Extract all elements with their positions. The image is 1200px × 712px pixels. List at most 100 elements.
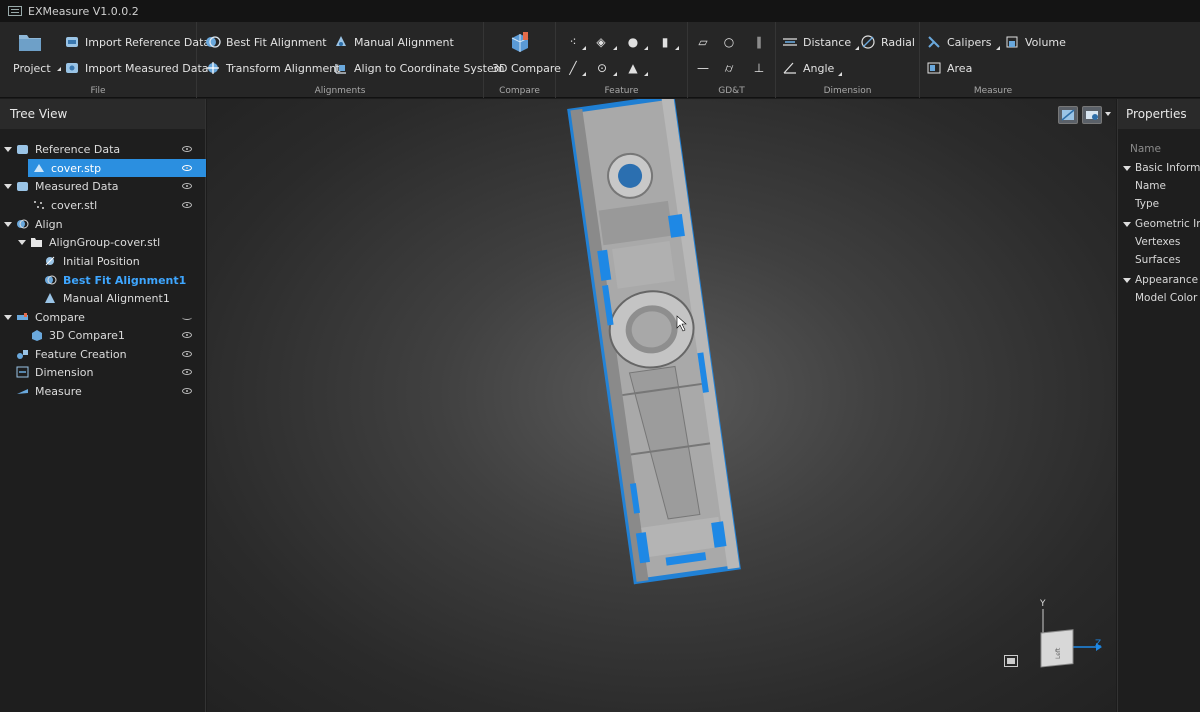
best-fit-label: Best Fit Alignment (226, 35, 327, 49)
dropdown-arrow-icon[interactable] (644, 46, 648, 50)
visibility-eye-icon[interactable] (182, 202, 192, 208)
tree-item-cover-stl[interactable]: cover.stl (0, 196, 206, 214)
volume-icon (1004, 34, 1020, 50)
tree-item-best-fit-alignment1[interactable]: Best Fit Alignment1 (0, 271, 206, 289)
fit-view-icon[interactable] (1004, 655, 1018, 667)
tree-item-measured-data[interactable]: Measured Data (0, 177, 206, 195)
tree-item-label: Compare (35, 310, 85, 324)
align-coordinate-system-button[interactable]: Align to Coordinate System (333, 60, 504, 76)
dropdown-arrow-icon[interactable] (855, 46, 860, 50)
visibility-eye-icon[interactable] (182, 165, 192, 171)
tree-item-label: cover.stp (51, 161, 102, 175)
calipers-button[interactable]: Calipers (926, 34, 1000, 50)
transform-alignment-button[interactable]: Transform Alignment (205, 60, 341, 76)
visibility-eye-icon[interactable] (182, 183, 192, 189)
radial-button[interactable]: Radial (860, 34, 915, 50)
visibility-eye-icon[interactable] (182, 369, 192, 375)
feature-creation-icon (16, 348, 29, 360)
visibility-eye-icon[interactable] (182, 351, 192, 357)
tree-item-label: Manual Alignment1 (63, 291, 170, 305)
expand-arrow-icon[interactable] (4, 183, 12, 189)
dimension-group-label: Dimension (823, 86, 872, 96)
expand-arrow-icon[interactable] (4, 314, 12, 320)
import-reference-button[interactable]: Import Reference Data (64, 34, 210, 50)
visibility-eye-icon[interactable] (182, 388, 192, 394)
calipers-icon (926, 34, 942, 50)
angle-button[interactable]: Angle (782, 60, 843, 76)
dropdown-arrow-icon[interactable] (644, 72, 648, 76)
compare-3d-button[interactable]: 3D Compare (492, 62, 561, 75)
area-button[interactable]: Area (926, 60, 972, 76)
straightness-icon[interactable]: — (694, 59, 712, 77)
visibility-eye-icon[interactable] (182, 332, 192, 338)
geometric-info-category[interactable]: Geometric Information (1123, 215, 1200, 233)
angle-icon (782, 60, 798, 76)
best-fit-icon (44, 274, 57, 286)
tree-item-measure[interactable]: Measure (0, 382, 206, 400)
dropdown-arrow-icon[interactable] (613, 72, 617, 76)
best-fit-alignment-button[interactable]: Best Fit Alignment (205, 34, 327, 50)
dropdown-arrow-icon[interactable] (838, 72, 843, 76)
dropdown-arrow-icon[interactable] (582, 46, 586, 50)
radial-label: Radial (881, 35, 915, 49)
project-icon[interactable] (18, 32, 42, 52)
parallelism-icon[interactable]: ∥ (750, 33, 768, 51)
expand-arrow-icon[interactable] (18, 239, 26, 245)
measure-icon (16, 385, 29, 397)
expand-arrow-icon[interactable] (1123, 165, 1131, 171)
expand-arrow-icon[interactable] (4, 146, 12, 152)
tree-item-3d-compare1[interactable]: 3D Compare1 (0, 326, 206, 344)
volume-button[interactable]: Volume (1004, 34, 1066, 50)
dropdown-arrow-icon[interactable] (582, 72, 586, 76)
property-model-color: Model Color (1135, 292, 1198, 304)
cylinder-feature-icon[interactable]: ▮ (656, 33, 674, 51)
title-bar: EXMeasure V1.0.0.2 (0, 0, 1200, 22)
transform-label: Transform Alignment (226, 61, 341, 75)
alignments-group-label: Alignments (314, 86, 366, 96)
circle-feature-icon[interactable]: ⊙ (593, 59, 611, 77)
properties-panel: Properties Name Basic Information Name T… (1117, 99, 1200, 712)
line-feature-icon[interactable]: ╱ (564, 59, 582, 77)
basic-info-category[interactable]: Basic Information (1123, 159, 1200, 177)
import-reference-label: Import Reference Data (85, 35, 211, 49)
hidden-eye-icon[interactable] (182, 315, 192, 320)
project-button[interactable]: Project (13, 62, 61, 75)
expand-arrow-icon[interactable] (4, 221, 12, 227)
compare-3d-icon[interactable] (508, 30, 532, 54)
point-feature-icon[interactable]: ⁖ (564, 33, 582, 51)
tree-item-feature-creation[interactable]: Feature Creation (0, 345, 206, 363)
tree-item-compare[interactable]: Compare (0, 308, 206, 326)
tree-item-manual-alignment1[interactable]: Manual Alignment1 (0, 289, 206, 307)
circularity-icon[interactable]: ○ (720, 33, 738, 51)
tree-item-reference-data[interactable]: Reference Data (0, 140, 206, 158)
expand-arrow-icon[interactable] (1123, 277, 1131, 283)
dropdown-arrow-icon[interactable] (995, 46, 1000, 50)
manual-alignment-button[interactable]: Manual Alignment (333, 34, 454, 50)
tree-item-align[interactable]: Align (0, 215, 206, 233)
3d-viewport[interactable]: Left Y Z (207, 99, 1116, 712)
3d-model[interactable] (207, 99, 1116, 712)
cone-feature-icon[interactable]: ▲ (624, 59, 642, 77)
perpendicularity-icon[interactable]: ⊥ (750, 59, 768, 77)
cylindricity-icon[interactable]: ⌭ (720, 59, 738, 77)
distance-button[interactable]: Distance (782, 34, 860, 50)
tree-item-initial-position[interactable]: Initial Position (0, 252, 206, 270)
expand-arrow-icon[interactable] (1123, 221, 1131, 227)
tree-item-aligngroup[interactable]: AlignGroup-cover.stl (0, 233, 206, 251)
dimension-icon (16, 366, 29, 378)
angle-label: Angle (803, 61, 835, 75)
properties-column-header: Name (1130, 143, 1161, 155)
transform-icon (205, 60, 221, 76)
dropdown-arrow-icon[interactable] (613, 46, 617, 50)
flatness-icon[interactable]: ▱ (694, 33, 712, 51)
tree-item-cover-stp[interactable]: cover.stp (0, 159, 206, 177)
tree-item-dimension[interactable]: Dimension (0, 363, 206, 381)
plane-feature-icon[interactable]: ◈ (592, 33, 610, 51)
dropdown-arrow-icon[interactable] (675, 46, 679, 50)
import-measured-button[interactable]: Import Measured Data (64, 60, 209, 76)
visibility-eye-icon[interactable] (182, 146, 192, 152)
appearance-info-category[interactable]: Appearance Information (1123, 271, 1200, 289)
view-cube[interactable]: Left (1022, 599, 1102, 689)
tree-item-label: Feature Creation (35, 347, 127, 361)
sphere-feature-icon[interactable]: ● (624, 33, 642, 51)
